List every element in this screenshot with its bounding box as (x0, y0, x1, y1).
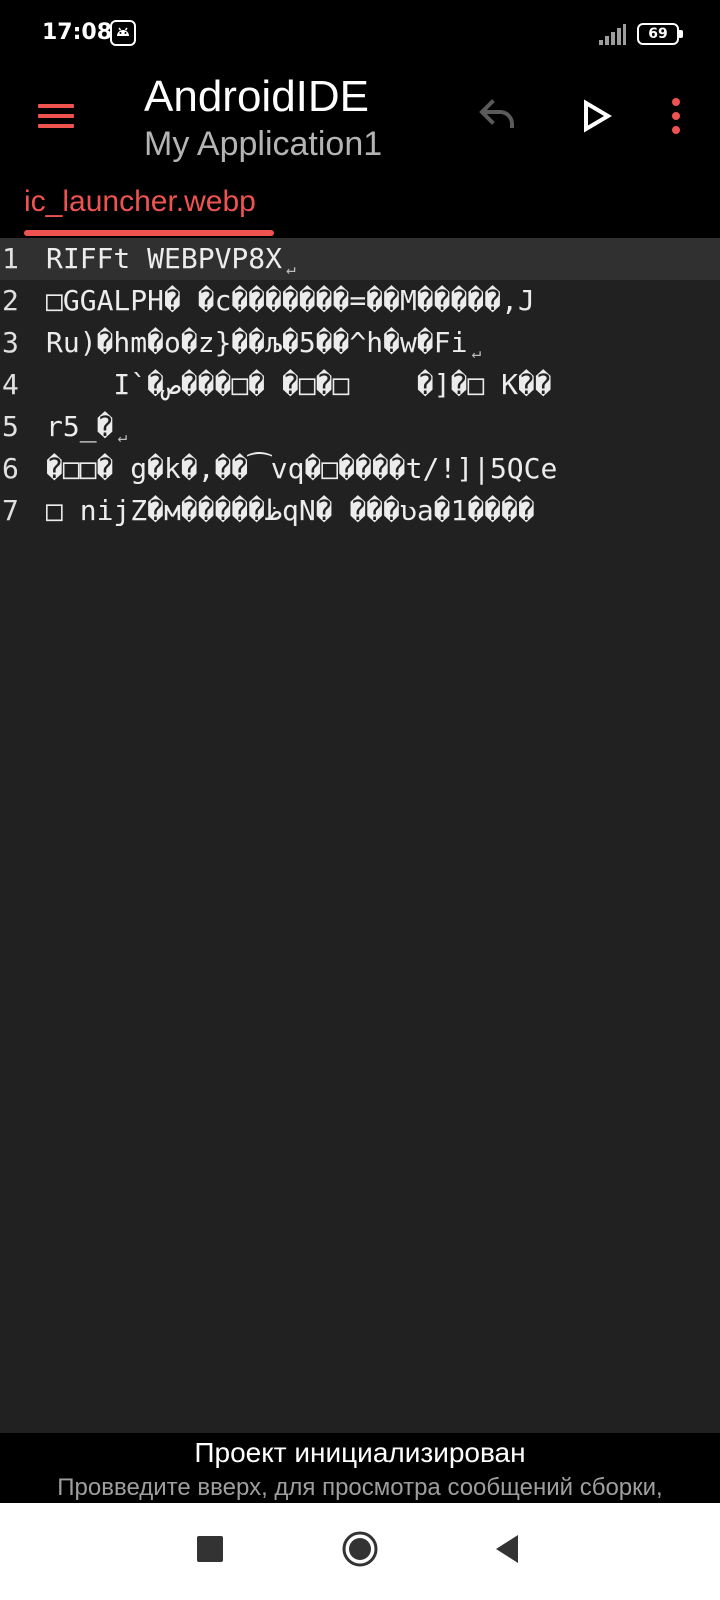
code-line[interactable]: 3 Ru)�hm�o�z}��љ�5��^h�w�Fi ↵ (0, 322, 720, 364)
line-content: �□□� g�k�,��⁀vq�□����t/!]|5QCe (46, 452, 558, 485)
home-icon[interactable] (341, 1530, 379, 1568)
code-line[interactable]: 6 �□□� g�k�,��⁀vq�□����t/!]|5QCe (0, 448, 720, 490)
project-name: My Application1 (144, 125, 383, 163)
code-line[interactable]: 7 □ nijZ�м�����ظqN� ���ʋa�1���� (0, 490, 720, 532)
line-text: □ nijZ�м�����ظqN� ���ʋa�1���� (46, 490, 535, 532)
tab-ic-launcher[interactable]: ic_launcher.webp (24, 180, 274, 238)
undo-icon[interactable] (468, 90, 524, 142)
line-content: □ nijZ�м�����ظqN� ���ʋa�1���� (46, 494, 535, 527)
line-text: RIFFt WEBPVP8X ↵ (46, 238, 296, 280)
app-toolbar: AndroidIDE My Application1 (0, 70, 720, 180)
run-icon[interactable] (570, 90, 622, 142)
newline-mark: ↵ (471, 343, 482, 362)
line-text: □GGALPH� �c�������=��M�����,J (46, 280, 535, 322)
code-line[interactable]: 5 r5_� ↵ (0, 406, 720, 448)
line-text: r5_� ↵ (46, 406, 127, 448)
android-bug-icon (110, 20, 136, 46)
line-number: 5 (2, 410, 19, 443)
tab-active-indicator (24, 230, 274, 236)
line-content: □GGALPH� �c�������=��M�����,J (46, 284, 535, 317)
more-vert-icon[interactable] (650, 90, 702, 142)
battery-tip (679, 30, 683, 38)
app-title: AndroidIDE (144, 72, 370, 121)
editor-tab-bar: ic_launcher.webp (0, 180, 720, 238)
build-status-sheet[interactable]: Проект инициализирован Провведите вверх,… (0, 1433, 720, 1503)
line-number: 2 (2, 284, 19, 317)
battery-level: 69 (648, 26, 668, 42)
line-number: 6 (2, 452, 19, 485)
line-content: RIFFt WEBPVP8X (46, 242, 283, 275)
code-line[interactable]: 1 RIFFt WEBPVP8X ↵ (0, 238, 720, 280)
battery-indicator: 69 (637, 23, 683, 45)
line-content: r5_� (46, 410, 114, 443)
status-bar: 17:08 69 (0, 0, 720, 70)
title-block: AndroidIDE My Application1 (144, 70, 444, 166)
cell-signal-icon (599, 24, 626, 45)
build-status-title: Проект инициализирован (194, 1437, 526, 1468)
code-editor[interactable]: 1 RIFFt WEBPVP8X ↵ 2 □GGALPH� �c�������=�… (0, 238, 720, 1433)
line-content: I`�ص���□� �□�□ �]�□ K�� (46, 368, 552, 401)
code-line[interactable]: 4 I`�ص���□� �□�□ �]�□ K�� (0, 364, 720, 406)
line-text: I`�ص���□� �□�□ �]�□ K�� (46, 364, 552, 406)
line-number: 3 (2, 326, 19, 359)
tab-label: ic_launcher.webp (24, 185, 256, 218)
system-nav-bar (0, 1503, 720, 1600)
line-number: 7 (2, 494, 19, 527)
newline-mark: ↵ (117, 427, 128, 446)
line-content: Ru)�hm�o�z}��љ�5��^h�w�Fi (46, 326, 468, 359)
line-text: Ru)�hm�o�z}��љ�5��^h�w�Fi ↵ (46, 322, 481, 364)
back-icon[interactable] (492, 1533, 522, 1565)
recents-icon[interactable] (197, 1536, 223, 1562)
build-status-hint: Провведите вверх, для просмотра сообщени… (57, 1474, 663, 1501)
line-number: 1 (2, 242, 19, 275)
line-number: 4 (2, 368, 19, 401)
status-time: 17:08 (42, 20, 113, 45)
menu-icon[interactable] (30, 90, 82, 142)
code-line[interactable]: 2 □GGALPH� �c�������=��M�����,J (0, 280, 720, 322)
line-text: �□□� g�k�,��⁀vq�□����t/!]|5QCe (46, 448, 557, 490)
newline-mark: ↵ (286, 259, 296, 278)
